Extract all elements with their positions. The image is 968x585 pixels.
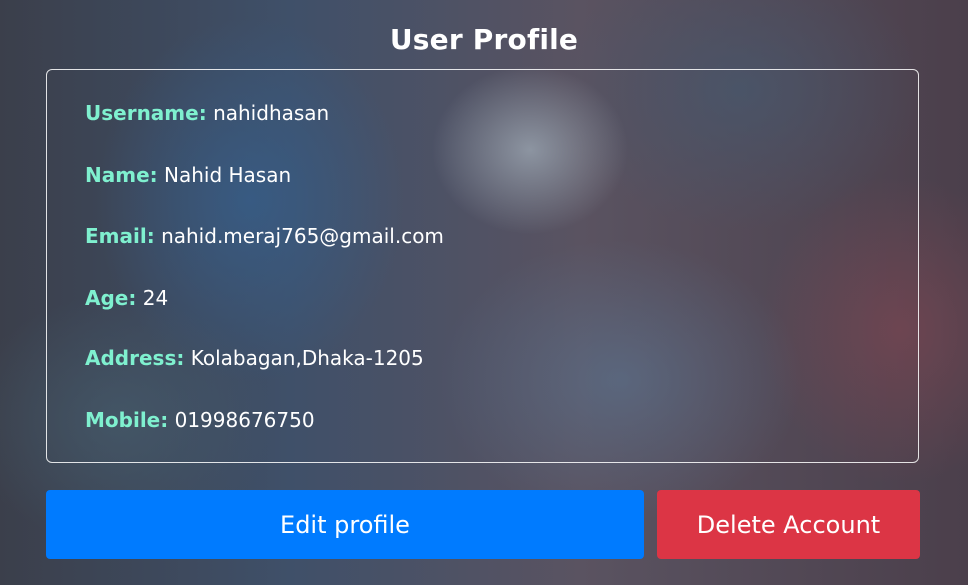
email-row: Email: nahid.meraj765@gmail.com [85,222,444,250]
page-title: User Profile [389,23,579,56]
name-row: Name: Nahid Hasan [85,161,291,189]
address-row: Address: Kolabagan,Dhaka-1205 [85,344,424,372]
email-label: Email: [85,224,155,248]
age-row: Age: 24 [85,284,168,312]
mobile-row: Mobile: 01998676750 [85,406,315,434]
age-label: Age: [85,286,137,310]
username-label: Username: [85,101,207,125]
name-label: Name: [85,163,158,187]
username-row: Username: nahidhasan [85,99,329,127]
edit-profile-button[interactable]: Edit profile [46,490,644,559]
mobile-value: 01998676750 [174,408,315,432]
address-value: Kolabagan,Dhaka-1205 [190,346,424,370]
profile-card: Username: nahidhasan Name: Nahid Hasan E… [46,69,919,463]
mobile-label: Mobile: [85,408,169,432]
age-value: 24 [142,286,169,310]
delete-account-button[interactable]: Delete Account [657,490,920,559]
address-label: Address: [85,346,185,370]
name-value: Nahid Hasan [164,163,292,187]
username-value: nahidhasan [213,101,330,125]
email-value: nahid.meraj765@gmail.com [161,224,444,248]
